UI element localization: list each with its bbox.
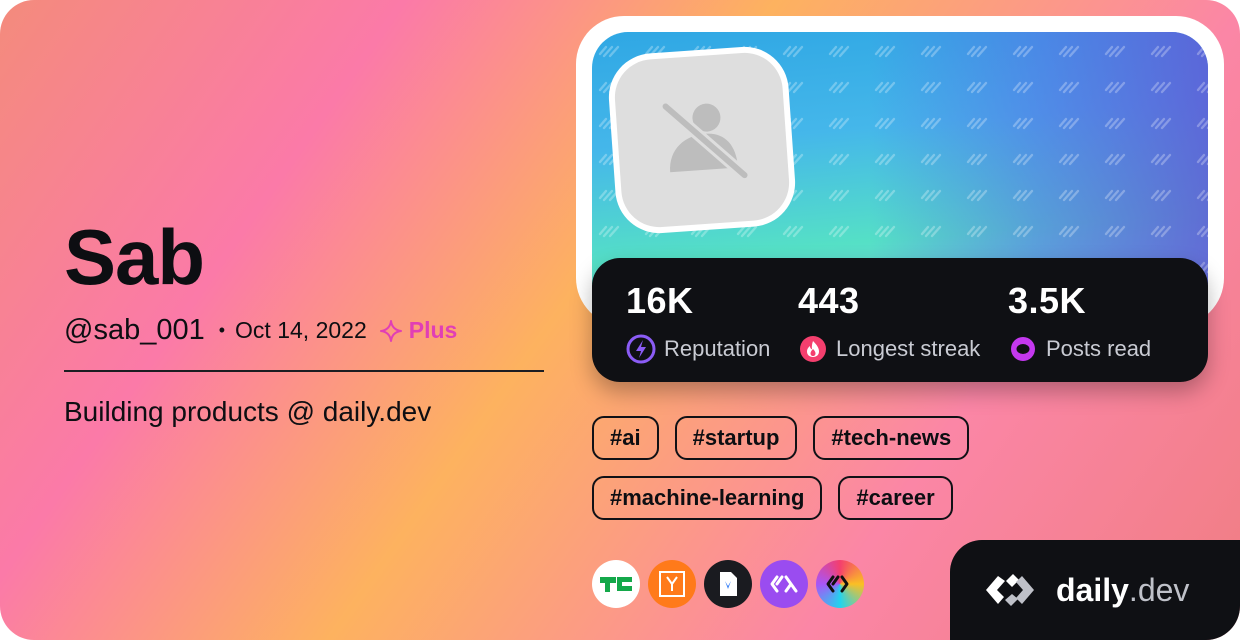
daily-dev-brand: daily.dev [950,540,1240,640]
brand-name: daily [1056,571,1129,608]
separator-dot: • [218,320,226,340]
sources-list [592,560,872,608]
tag-ai[interactable]: #ai [592,416,659,460]
brand-suffix: .dev [1128,571,1190,608]
sparkle-icon [379,319,402,342]
hacker-news-icon[interactable] [648,560,696,608]
stat-reputation: 16K Reputation [626,280,770,364]
daily-dev-logo-icon [986,574,1034,606]
eye-ring-icon [1011,337,1035,361]
tag-machine-learning[interactable]: #machine-learning [592,476,823,520]
brand-text: daily.dev [1056,572,1189,609]
daily-dev-icon[interactable] [760,560,808,608]
stat-streak: 443 Longest streak [798,280,980,364]
profile-handle: @sab_001 [64,314,205,346]
tag-tech-news[interactable]: #tech-news [813,416,970,460]
community-icon[interactable] [816,560,864,608]
reputation-label: Reputation [664,336,771,361]
no-avatar-icon [659,100,751,182]
streak-value: 443 [798,280,860,321]
reputation-value: 16K [626,280,694,321]
flame-icon [800,336,826,362]
posts-read-value: 3.5K [1008,280,1087,321]
tags-list: #ai #startup #tech-news #machine-learnin… [592,416,1012,536]
profile-meta: @sab_001 • Oct 14, 2022 Plus [64,314,457,347]
bookmark-doc-icon[interactable] [704,560,752,608]
streak-label: Longest streak [836,336,981,361]
lightning-icon [626,334,656,364]
divider [64,370,544,372]
posts-read-label: Posts read [1046,336,1152,361]
tag-career[interactable]: #career [838,476,953,520]
avatar-frame [605,43,799,237]
profile-name: Sab [64,213,205,301]
stats-panel: 16K Reputation 443 Longest streak 3.5K P… [592,258,1208,382]
avatar[interactable] [612,50,792,230]
plus-badge: Plus [379,317,458,344]
tag-startup[interactable]: #startup [674,416,798,460]
profile-bio: Building products @ daily.dev [64,396,432,427]
techcrunch-icon[interactable] [592,560,640,608]
join-date: Oct 14, 2022 [235,317,367,343]
stat-posts-read: 3.5K Posts read [1008,280,1151,364]
plus-label: Plus [408,317,458,343]
profile-card: Sab @sab_001 • Oct 14, 2022 Plus Buildin… [0,0,1240,640]
